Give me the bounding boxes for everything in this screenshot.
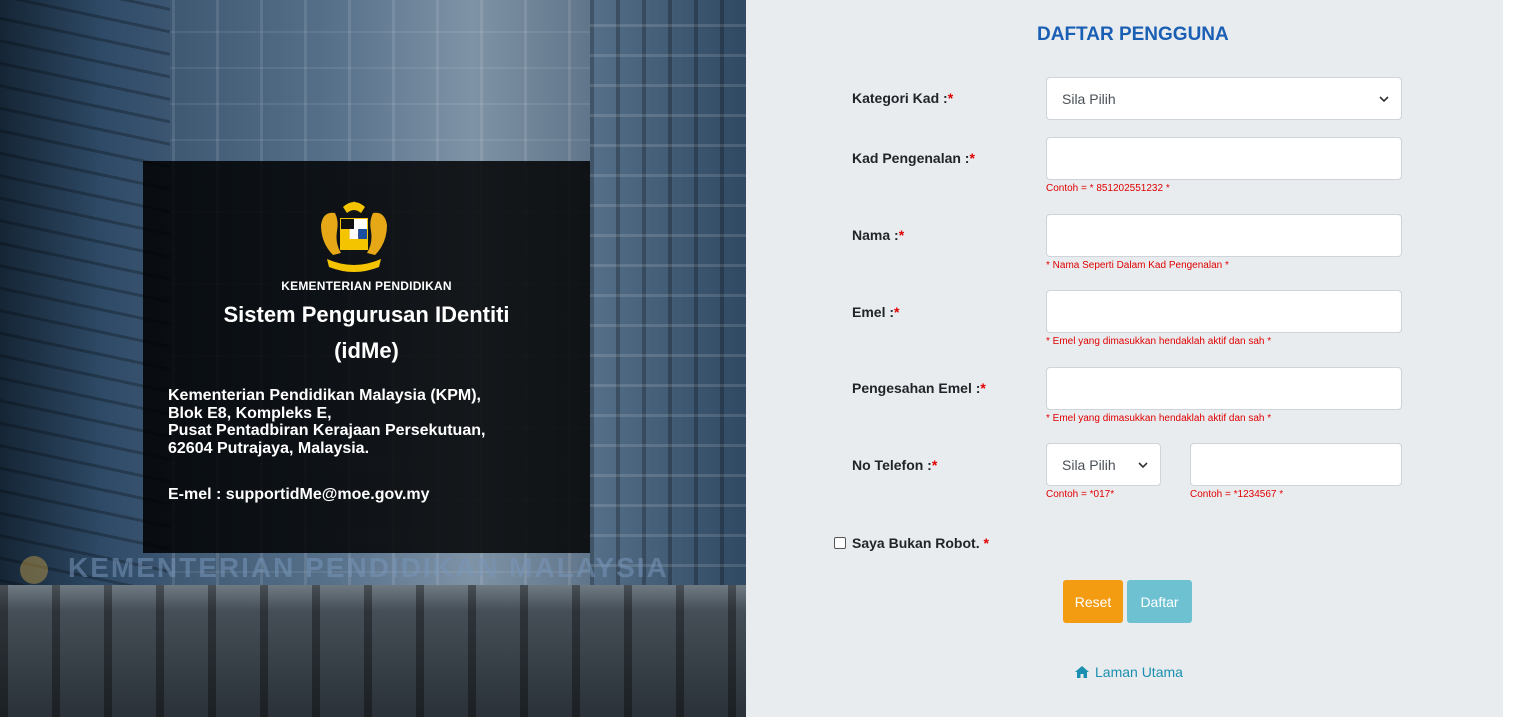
label-text: No Telefon : [852,457,932,473]
telefon-prefix-hint: Contoh = *017* [1046,489,1115,500]
emel-hint: * Emel yang dimasukkan hendaklah aktif d… [1046,336,1272,347]
required-mark: * [980,380,986,396]
system-title: Sistem Pengurusan IDentiti (idMe) [143,297,590,369]
label-text: Pengesahan Emel : [852,380,981,396]
telefon-number-hint: Contoh = *1234567 * [1190,489,1284,500]
robot-label: Saya Bukan Robot. * [852,535,989,551]
label-kad-pengenalan: Kad Pengenalan :* [852,150,975,166]
required-mark: * [931,457,938,473]
label-nama: Nama :* [852,227,904,243]
address: Kementerian Pendidikan Malaysia (KPM), B… [168,387,578,457]
chevron-down-icon [1138,461,1148,468]
pengesahan-emel-hint: * Emel yang dimasukkan hendaklah aktif d… [1046,413,1272,424]
reset-button[interactable]: Reset [1063,580,1123,623]
home-icon [1075,666,1089,678]
label-text: Emel : [852,304,895,320]
building-canopy [0,585,746,717]
robot-label-text: Saya Bukan Robot. [852,535,980,551]
home-link[interactable]: Laman Utama [1074,664,1183,680]
select-value: Sila Pilih [1062,456,1116,473]
label-text: Nama : [852,227,899,243]
robot-checkbox[interactable] [834,537,846,549]
support-email: E-mel : supportidMe@moe.gov.my [168,486,430,503]
label-no-telefon: No Telefon :* [852,457,937,473]
chevron-down-icon [1379,95,1389,102]
page-gutter [1503,0,1536,717]
telefon-number-input[interactable] [1190,443,1402,486]
label-text: Kategori Kad : [852,90,948,106]
required-mark: * [983,535,989,551]
system-title-line2: (idMe) [334,338,399,363]
kad-pengenalan-input[interactable] [1046,137,1402,180]
system-title-line1: Sistem Pengurusan IDentiti [223,302,510,327]
label-emel: Emel :* [852,304,899,320]
label-kategori-kad: Kategori Kad :* [852,90,953,106]
home-link-label: Laman Utama [1095,664,1183,680]
label-text: Kad Pengenalan : [852,150,970,166]
required-mark: * [898,227,905,243]
required-mark: * [969,150,975,166]
building-crest-icon [20,556,48,584]
address-line: 62604 Putrajaya, Malaysia. [168,439,370,457]
coat-of-arms-icon [321,201,387,272]
robot-check: Saya Bukan Robot. * [834,535,989,551]
required-mark: * [894,304,900,320]
kad-pengenalan-hint: Contoh = * 851202551232 * [1046,183,1170,194]
nama-input[interactable] [1046,214,1402,257]
form-title: DAFTAR PENGGUNA [1037,24,1229,45]
daftar-button[interactable]: Daftar [1127,580,1192,623]
telefon-prefix-select[interactable]: Sila Pilih [1046,443,1161,486]
building-sign: KEMENTERIAN PENDIDIKAN MALAYSIA [68,552,669,583]
required-mark: * [947,90,954,106]
kategori-kad-select[interactable]: Sila Pilih [1046,77,1402,120]
address-line: Kementerian Pendidikan Malaysia (KPM), [168,387,481,404]
select-value: Sila Pilih [1062,90,1116,107]
address-line: Blok E8, Kompleks E, [168,404,332,422]
address-line: Pusat Pentadbiran Kerajaan Persekutuan, [168,422,486,439]
pengesahan-emel-input[interactable] [1046,367,1402,410]
label-pengesahan-emel: Pengesahan Emel :* [852,380,986,396]
emel-input[interactable] [1046,290,1402,333]
nama-hint: * Nama Seperti Dalam Kad Pengenalan * [1046,260,1229,271]
ministry-name: KEMENTERIAN PENDIDIKAN [281,279,452,293]
